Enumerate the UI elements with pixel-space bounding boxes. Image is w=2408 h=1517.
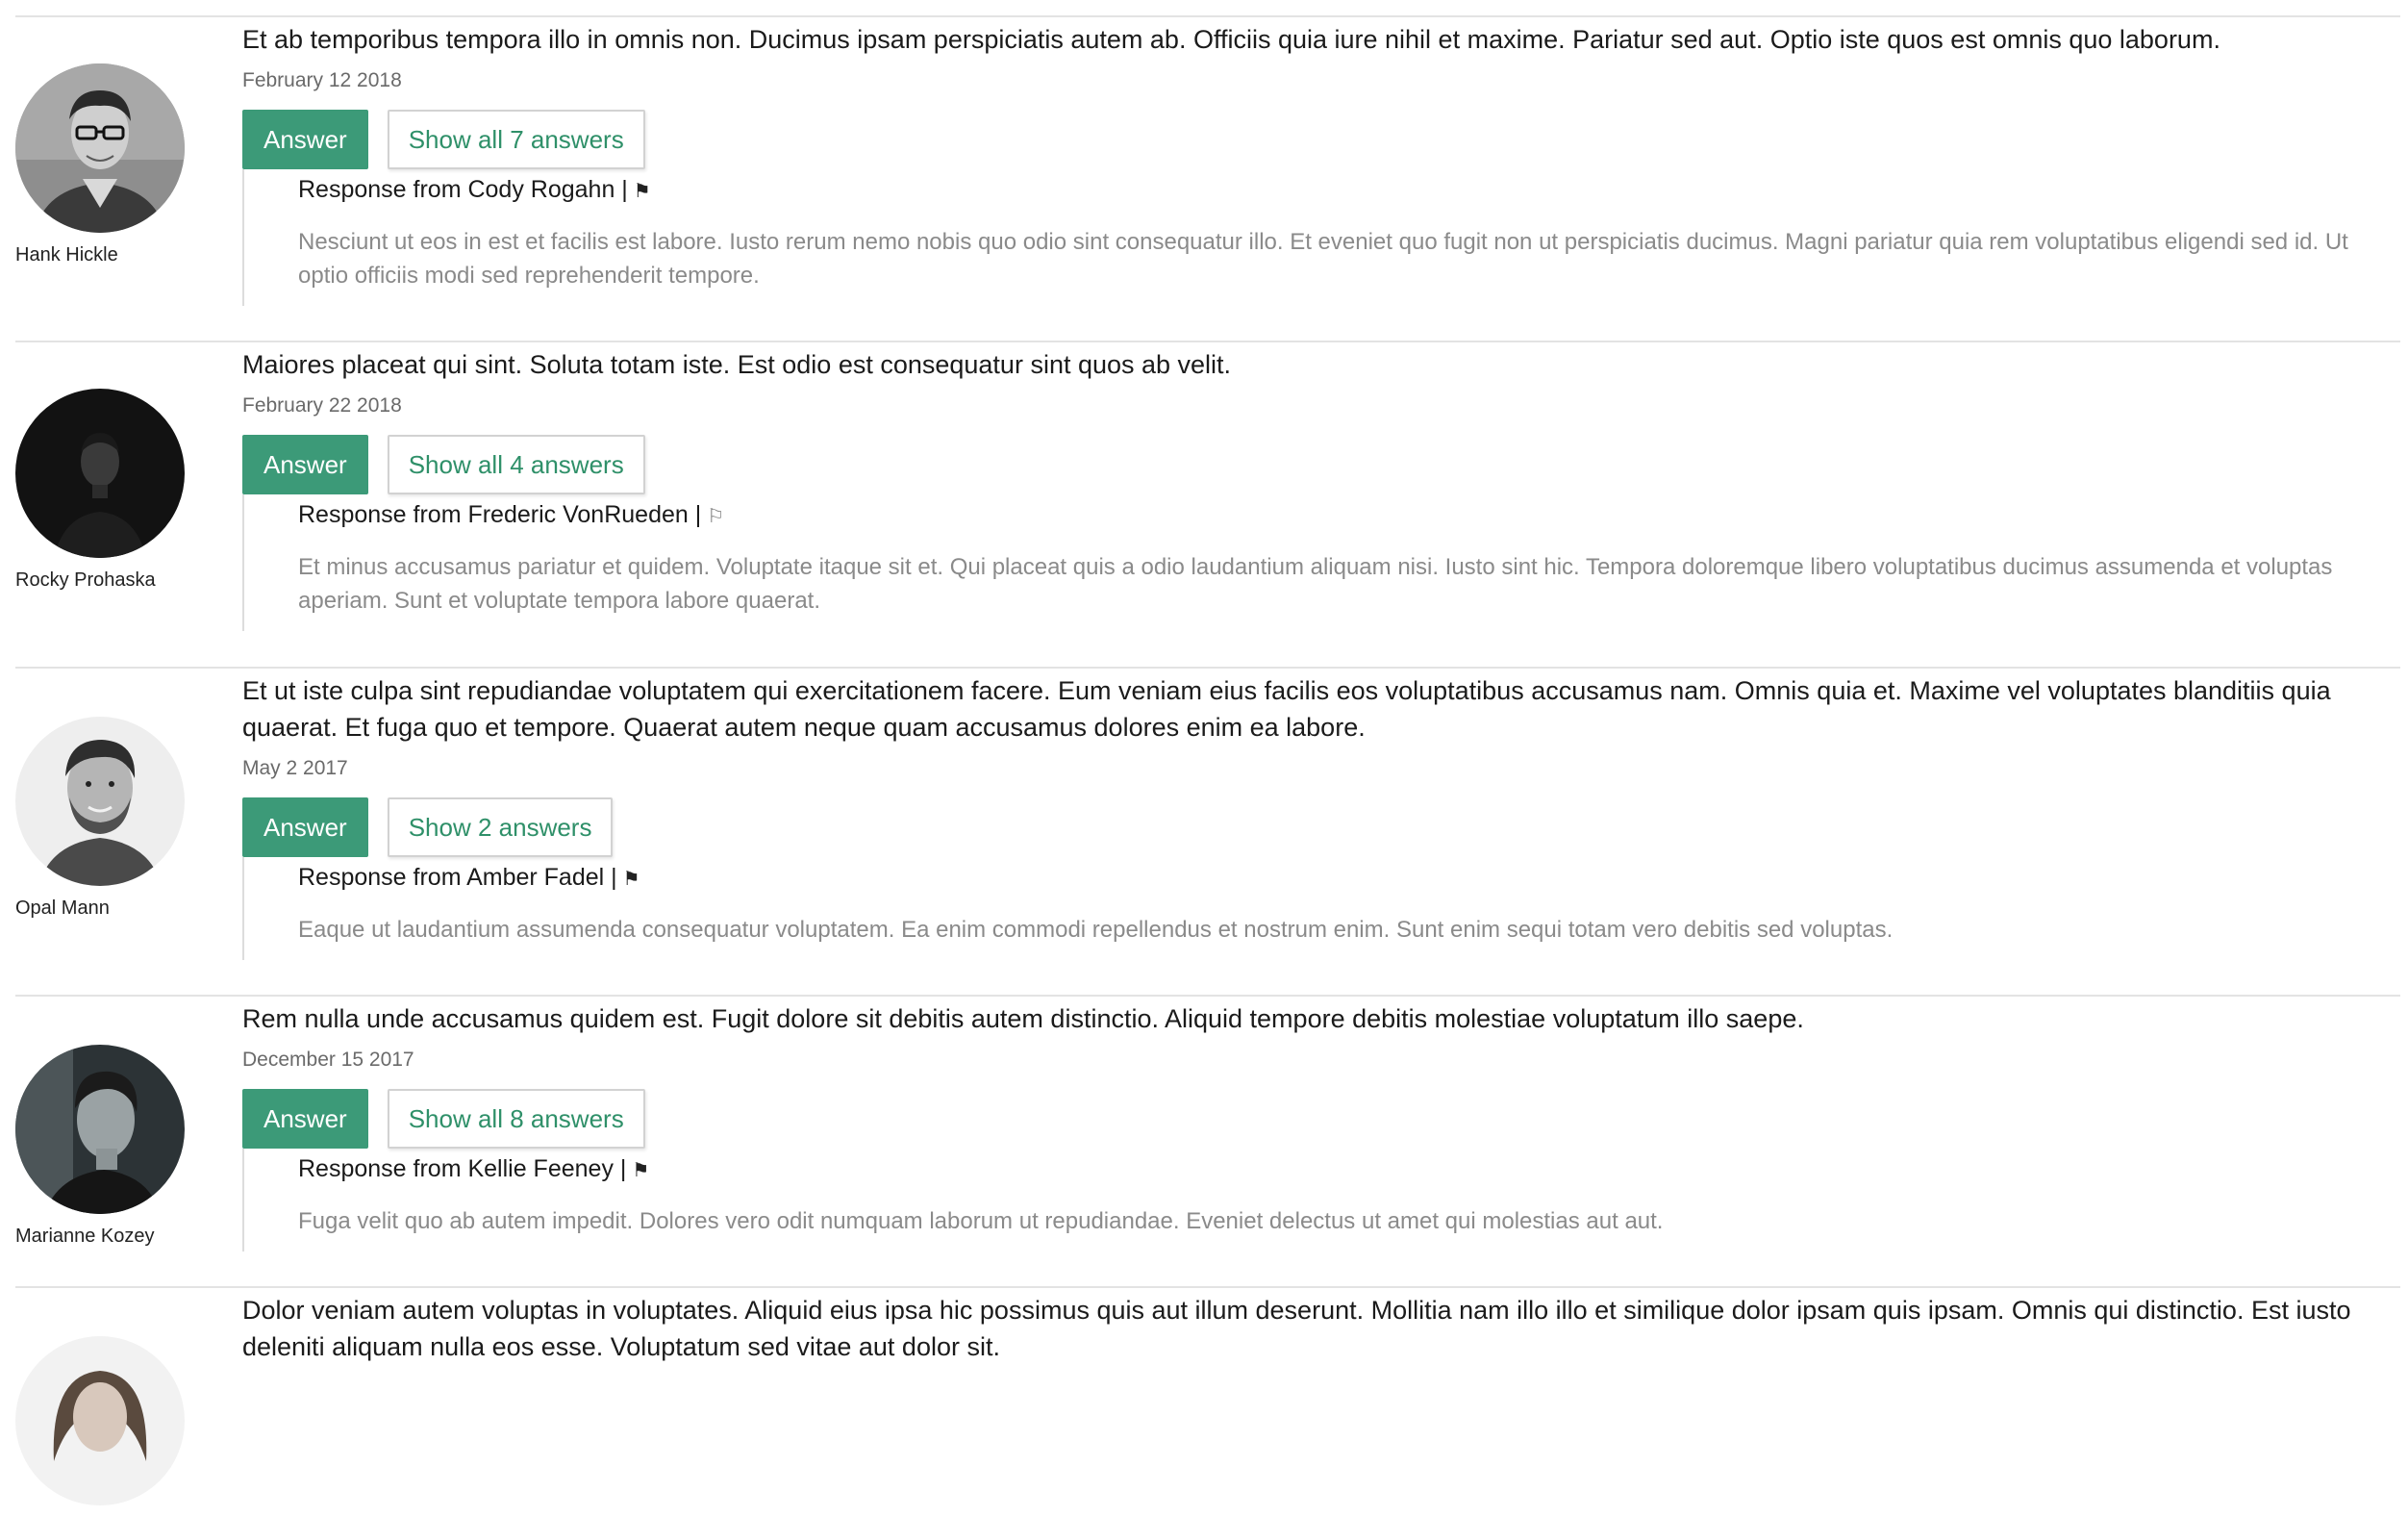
- answer-button[interactable]: Answer: [242, 797, 368, 857]
- response-author: Response from Frederic VonRueden |: [298, 501, 702, 528]
- question-actions: Answer Show all 8 answers: [242, 1089, 2400, 1149]
- author-block: Rocky Prohaska: [15, 389, 208, 592]
- question-content: Maiores placeat qui sint. Soluta totam i…: [242, 342, 2400, 631]
- person-profile-avatar[interactable]: [15, 1045, 185, 1214]
- flag-icon[interactable]: ⚑: [623, 869, 640, 890]
- author-name[interactable]: Marianne Kozey: [15, 1226, 208, 1248]
- author-block: Marianne Kozey: [15, 1045, 208, 1248]
- response-text: Et minus accusamus pariatur et quidem. V…: [298, 554, 2333, 614]
- question-item: Marianne Kozey Rem nulla unde accusamus …: [15, 995, 2400, 1252]
- response-header: Response from Cody Rogahn | ⚑: [298, 173, 2400, 208]
- question-item: Rocky Prohaska Maiores placeat qui sint.…: [15, 341, 2400, 631]
- response-block: Response from Frederic VonRueden | ⚐ Et m…: [242, 494, 2400, 631]
- question-content: Dolor veniam autem voluptas in voluptate…: [242, 1288, 2400, 1365]
- question-item: Opal Mann Et ut iste culpa sint repudian…: [15, 667, 2400, 960]
- answer-button[interactable]: Answer: [242, 435, 368, 494]
- flag-icon[interactable]: ⚑: [634, 181, 651, 202]
- author-name[interactable]: Opal Mann: [15, 898, 208, 920]
- question-list: Hank Hickle Et ab temporibus tempora ill…: [0, 0, 2408, 1505]
- person-glasses-avatar[interactable]: [15, 63, 185, 233]
- author-block: Opal Mann: [15, 717, 208, 920]
- question-text: Et ab temporibus tempora illo in omnis n…: [242, 25, 2220, 54]
- response-text: Nesciunt ut eos in est et facilis est la…: [298, 229, 2348, 289]
- question-text: Et ut iste culpa sint repudiandae volupt…: [242, 676, 2331, 742]
- question-date: May 2 2017: [242, 757, 348, 779]
- question-content: Et ut iste culpa sint repudiandae volupt…: [242, 669, 2400, 960]
- author-block: Hank Hickle: [15, 63, 208, 266]
- show-answers-button[interactable]: Show 2 answers: [387, 797, 614, 857]
- response-header: Response from Kellie Feeney | ⚑: [298, 1152, 2400, 1187]
- person-dark-avatar[interactable]: [15, 389, 185, 558]
- response-block: Response from Cody Rogahn | ⚑ Nesciunt ut…: [242, 169, 2400, 306]
- response-author: Response from Cody Rogahn |: [298, 176, 628, 203]
- response-block: Response from Amber Fadel | ⚑ Eaque ut la…: [242, 857, 2400, 960]
- question-date: February 22 2018: [242, 394, 402, 417]
- flag-icon[interactable]: ⚑: [632, 1160, 649, 1181]
- response-author: Response from Kellie Feeney |: [298, 1155, 627, 1182]
- author-name[interactable]: Hank Hickle: [15, 244, 208, 266]
- answer-button[interactable]: Answer: [242, 110, 368, 169]
- question-item: Dolor veniam autem voluptas in voluptate…: [15, 1286, 2400, 1505]
- author-name[interactable]: Rocky Prohaska: [15, 569, 208, 592]
- response-block: Response from Kellie Feeney | ⚑ Fuga veli…: [242, 1149, 2400, 1252]
- question-content: Et ab temporibus tempora illo in omnis n…: [242, 17, 2400, 306]
- response-text: Fuga velit quo ab autem impedit. Dolores…: [298, 1208, 1664, 1234]
- question-actions: Answer Show all 7 answers: [242, 110, 2400, 169]
- question-item: Hank Hickle Et ab temporibus tempora ill…: [15, 15, 2400, 306]
- question-text: Rem nulla unde accusamus quidem est. Fug…: [242, 1004, 1804, 1033]
- response-author: Response from Amber Fadel |: [298, 864, 617, 891]
- question-content: Rem nulla unde accusamus quidem est. Fug…: [242, 997, 2400, 1252]
- question-text: Maiores placeat qui sint. Soluta totam i…: [242, 350, 1232, 379]
- response-text: Eaque ut laudantium assumenda consequatu…: [298, 917, 1894, 943]
- person-beard-avatar[interactable]: [15, 717, 185, 886]
- flag-outline-icon[interactable]: ⚐: [707, 506, 724, 527]
- question-date: February 12 2018: [242, 69, 402, 91]
- person-long-hair-avatar[interactable]: [15, 1336, 185, 1505]
- response-header: Response from Amber Fadel | ⚑: [298, 861, 2400, 896]
- question-text: Dolor veniam autem voluptas in voluptate…: [242, 1296, 2351, 1361]
- show-answers-button[interactable]: Show all 8 answers: [387, 1089, 645, 1149]
- question-actions: Answer Show all 4 answers: [242, 435, 2400, 494]
- author-block: [15, 1336, 208, 1517]
- show-answers-button[interactable]: Show all 4 answers: [387, 435, 645, 494]
- question-date: December 15 2017: [242, 1049, 414, 1071]
- question-actions: Answer Show 2 answers: [242, 797, 2400, 857]
- response-header: Response from Frederic VonRueden | ⚐: [298, 498, 2400, 533]
- answer-button[interactable]: Answer: [242, 1089, 368, 1149]
- show-answers-button[interactable]: Show all 7 answers: [387, 110, 645, 169]
